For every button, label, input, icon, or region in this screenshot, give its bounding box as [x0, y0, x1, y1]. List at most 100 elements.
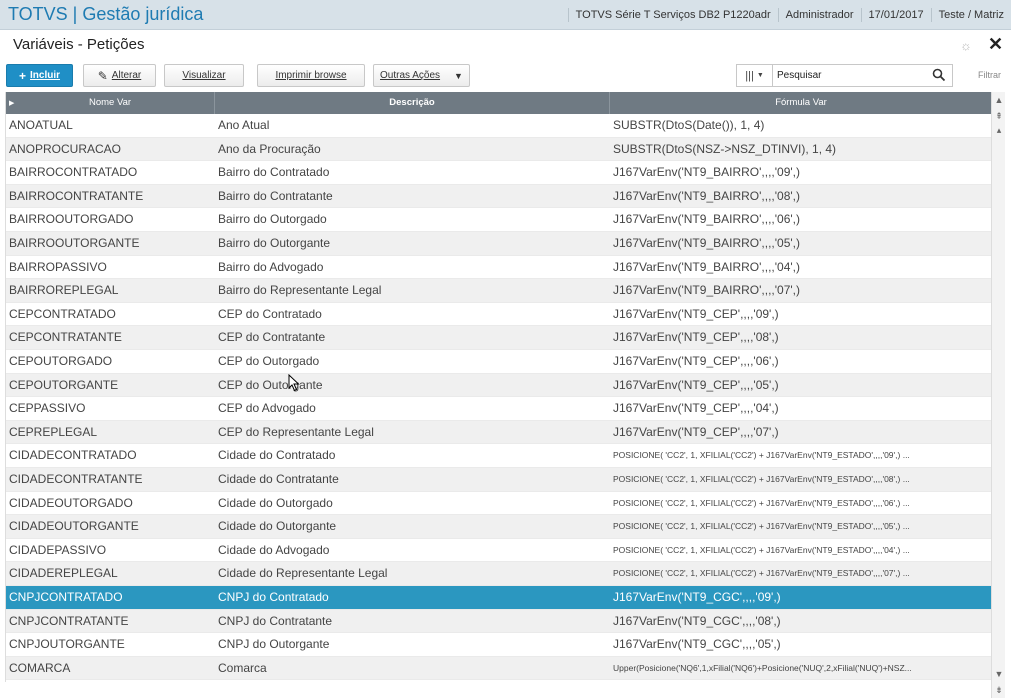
table-row[interactable]: BAIRROOUTORGANTE Bairro do Outorgante J167…	[6, 232, 991, 256]
cell-descricao: Ano Atual	[218, 118, 270, 132]
cell-formula-var: POSICIONE( 'CC2', 1, XFILIAL('CC2') + J1…	[613, 497, 910, 508]
table-row[interactable]: CEPOUTORGADO CEP do Outorgado J167VarEnv('…	[6, 350, 991, 374]
table-row[interactable]: COMARCA Comarca Upper(Posicione('NQ6',1,xF…	[6, 656, 991, 681]
cell-formula-var: SUBSTR(DtoS(NSZ->NSZ_DTINVI), 1, 4)	[613, 141, 837, 156]
cell-nome-var: CIDADEOUTORGANTE	[9, 519, 139, 534]
cell-formula-var: J167VarEnv('NT9_BAIRRO',,,,'06',)	[613, 212, 801, 227]
visualizar-button[interactable]: Visualizar	[164, 64, 244, 87]
cell-formula-var: J167VarEnv('NT9_CGC',,,,'05',)	[613, 637, 781, 652]
cell-formula-var: J167VarEnv('NT9_CGC',,,,'09',)	[613, 590, 781, 604]
table-row[interactable]: CIDADEPASSIVO Cidade do Advogado POSICIONE…	[6, 539, 991, 563]
cell-nome-var: CIDADEOUTORGADO	[9, 495, 133, 510]
scroll-page-up-icon[interactable]: ⇞	[992, 110, 1006, 122]
cell-nome-var: CIDADEREPLEGAL	[9, 566, 118, 581]
search-input[interactable]: Pesquisar	[777, 70, 821, 81]
app-title: TOTVS | Gestão jurídica	[8, 4, 204, 24]
cell-descricao: CEP do Advogado	[218, 401, 316, 416]
table-row[interactable]: CNPJOUTORGANTE CNPJ do Outorgante J167VarE…	[6, 633, 991, 657]
columns-icon: |||	[745, 69, 754, 82]
cell-nome-var: CIDADECONTRATANTE	[9, 472, 143, 486]
scroll-bottom-icon[interactable]: ⇟	[992, 684, 1006, 696]
cell-nome-var: CNPJOUTORGANTE	[9, 637, 125, 652]
cell-descricao: Bairro do Advogado	[218, 259, 324, 274]
cell-descricao: Comarca	[218, 660, 267, 675]
table-row[interactable]: ANOPROCURACAO Ano da Procuração SUBSTR(Dto…	[6, 137, 991, 162]
cell-nome-var: BAIRROCONTRATADO	[9, 165, 138, 180]
cell-formula-var: J167VarEnv('NT9_CEP',,,,'04',)	[613, 401, 779, 416]
cell-descricao: Cidade do Contratante	[218, 472, 339, 486]
incluir-button[interactable]: + Incluir	[6, 64, 73, 87]
table-row[interactable]: CIDADEOUTORGANTE Cidade do Outorgante POSI…	[6, 515, 991, 539]
cell-formula-var: J167VarEnv('NT9_CEP',,,,'07',)	[613, 424, 779, 439]
table-row[interactable]: BAIRROREPLEGAL Bairro do Representante Le…	[6, 279, 991, 303]
cell-formula-var: POSICIONE( 'CC2', 1, XFILIAL('CC2') + J1…	[613, 474, 910, 484]
cell-descricao: Cidade do Outorgado	[218, 495, 333, 510]
close-icon[interactable]: ✕	[988, 34, 1003, 55]
cell-formula-var: J167VarEnv('NT9_BAIRRO',,,,'08',)	[613, 188, 801, 203]
cell-nome-var: CNPJCONTRATADO	[9, 590, 123, 604]
col-header-nome-var[interactable]: Nome Var	[6, 92, 215, 114]
table-row[interactable]: CIDADEOUTORGADO Cidade do Outorgado POSICI…	[6, 492, 991, 516]
cell-nome-var: BAIRROCONTRATANTE	[9, 188, 144, 203]
gear-icon[interactable]: ☼	[960, 38, 972, 53]
table-row[interactable]: BAIRROOUTORGADO Bairro do Outorgado J167Va…	[6, 208, 991, 232]
cell-descricao: Cidade do Representante Legal	[218, 566, 388, 581]
cell-descricao: CEP do Outorgado	[218, 354, 320, 368]
cell-nome-var: BAIRROPASSIVO	[9, 259, 107, 274]
scroll-down-icon[interactable]: ▼	[992, 668, 1006, 680]
table-row[interactable]: CEPPASSIVO CEP do Advogado J167VarEnv('NT9…	[6, 397, 991, 421]
cell-formula-var: J167VarEnv('NT9_CEP',,,,'08',)	[613, 330, 779, 345]
outras-acoes-button[interactable]: Outras Ações ▼	[373, 64, 470, 87]
cell-descricao: Bairro do Contratante	[218, 188, 333, 203]
table-row[interactable]: ANOATUAL Ano Atual SUBSTR(DtoS(Date()), 1,…	[6, 114, 991, 138]
cell-descricao: CEP do Contratado	[218, 306, 322, 321]
table-row[interactable]: BAIRROPASSIVO Bairro do Advogado J167VarEn…	[6, 256, 991, 280]
table-row[interactable]: CIDADEREPLEGAL Cidade do Representante Le…	[6, 562, 991, 586]
table-row[interactable]: CEPCONTRATANTE CEP do Contratante J167VarE…	[6, 326, 991, 350]
col-header-formula-var[interactable]: Fórmula Var	[610, 92, 991, 114]
page-title: Variáveis - Petições	[13, 36, 145, 53]
table-row[interactable]: BAIRROCONTRATANTE Bairro do Contratante J1…	[6, 184, 991, 209]
pencil-icon: ✎	[97, 68, 108, 83]
table-row[interactable]: CEPCONTRATADO CEP do Contratado J167VarEnv…	[6, 303, 991, 327]
table-row[interactable]: CEPOUTORGANTE CEP do Outorgante J167VarEnv…	[6, 373, 991, 398]
table-row[interactable]: CNPJCONTRATADO CNPJ do Contratado J167VarE…	[6, 586, 991, 610]
user-name[interactable]: Administrador	[777, 8, 861, 22]
cell-descricao: Bairro do Outorgante	[218, 236, 331, 250]
cell-nome-var: ANOPROCURACAO	[9, 141, 122, 156]
columns-selector[interactable]: ||| ▼	[737, 65, 773, 86]
vertical-scrollbar[interactable]: ▲ ⇞ ▴ ▼ ⇟	[991, 92, 1005, 698]
col-header-descricao[interactable]: Descrição	[215, 92, 610, 114]
cell-formula-var: J167VarEnv('NT9_BAIRRO',,,,'07',)	[613, 283, 801, 298]
scroll-top-icon[interactable]: ▲	[992, 94, 1006, 106]
cell-descricao: CNPJ do Contratado	[218, 590, 329, 604]
alterar-button[interactable]: ✎ Alterar	[83, 64, 156, 87]
cell-formula-var: POSICIONE( 'CC2', 1, XFILIAL('CC2') + J1…	[613, 521, 910, 532]
cell-formula-var: J167VarEnv('NT9_CEP',,,,'05',)	[613, 377, 779, 392]
cell-formula-var: POSICIONE( 'CC2', 1, XFILIAL('CC2') + J1…	[613, 544, 910, 555]
table-row[interactable]: BAIRROCONTRATADO Bairro do Contratado J167…	[6, 161, 991, 185]
filtrar-link[interactable]: Filtrar	[978, 70, 1001, 80]
cell-formula-var: J167VarEnv('NT9_BAIRRO',,,,'05',)	[613, 236, 801, 250]
cell-descricao: CNPJ do Outorgante	[218, 637, 330, 652]
cell-nome-var: CEPPASSIVO	[9, 401, 86, 416]
table-row[interactable]: CIDADECONTRATADO Cidade do Contratado POSI…	[6, 444, 991, 468]
cell-nome-var: COMARCA	[9, 660, 71, 675]
search-box[interactable]: ||| ▼ Pesquisar	[736, 64, 953, 87]
table-row[interactable]: CIDADECONTRATANTE Cidade do Contratante PO…	[6, 468, 991, 492]
cell-formula-var: J167VarEnv('NT9_CEP',,,,'06',)	[613, 354, 779, 368]
imprimir-browse-button[interactable]: Imprimir browse	[257, 64, 365, 87]
search-icon[interactable]	[932, 68, 946, 82]
cell-formula-var: J167VarEnv('NT9_BAIRRO',,,,'04',)	[613, 259, 801, 274]
table-row[interactable]: CEPREPLEGAL CEP do Representante Legal J16…	[6, 420, 991, 445]
cell-formula-var: J167VarEnv('NT9_BAIRRO',,,,'09',)	[613, 165, 801, 180]
scroll-up-icon[interactable]: ▴	[992, 124, 1006, 136]
table-row[interactable]: CNPJCONTRATANTE CNPJ do Contratante J167Va…	[6, 609, 991, 634]
branch-name[interactable]: Teste / Matriz	[930, 8, 1011, 22]
cell-descricao: Bairro do Representante Legal	[218, 283, 382, 298]
cell-formula-var: J167VarEnv('NT9_CGC',,,,'08',)	[613, 613, 781, 628]
cell-nome-var: CEPCONTRATANTE	[9, 330, 122, 345]
cell-descricao: CNPJ do Contratante	[218, 613, 333, 628]
cell-nome-var: CNPJCONTRATANTE	[9, 613, 129, 628]
cell-nome-var: BAIRROREPLEGAL	[9, 283, 119, 298]
